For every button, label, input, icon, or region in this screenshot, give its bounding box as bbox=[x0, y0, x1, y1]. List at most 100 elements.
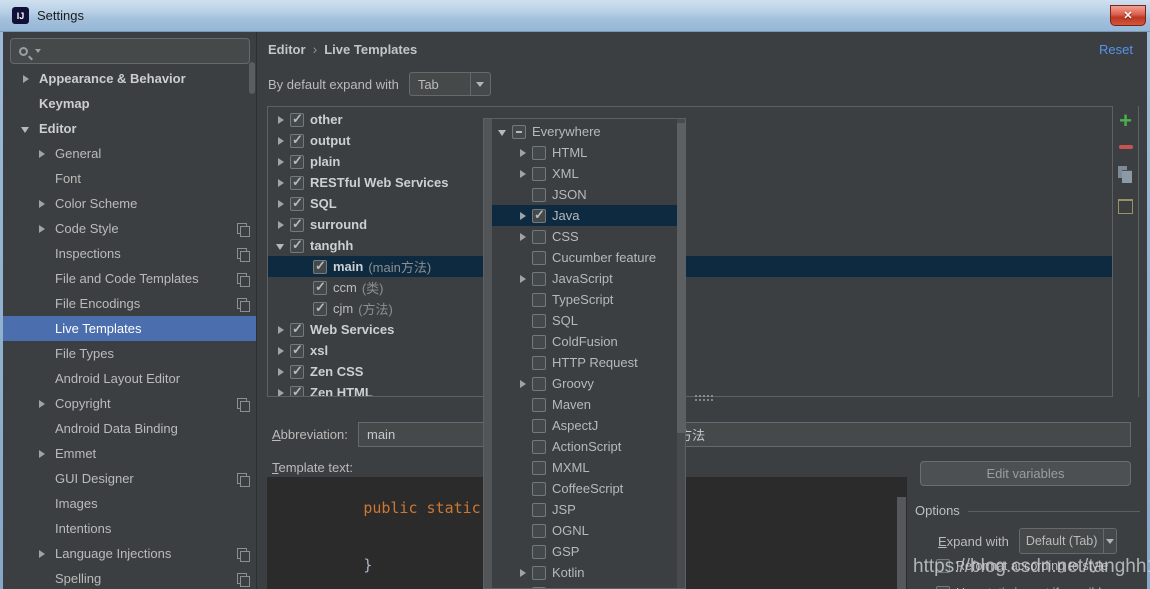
context-row[interactable]: GSP bbox=[492, 541, 679, 562]
checkbox[interactable] bbox=[290, 239, 304, 253]
context-row[interactable]: SQL bbox=[492, 310, 679, 331]
sidebar-item[interactable]: Appearance & Behavior bbox=[3, 66, 256, 91]
checkbox[interactable] bbox=[532, 356, 546, 370]
checkbox[interactable] bbox=[532, 440, 546, 454]
checkbox[interactable] bbox=[532, 545, 546, 559]
expand-arrow-icon[interactable] bbox=[516, 209, 530, 223]
context-row[interactable]: ColdFusion bbox=[492, 331, 679, 352]
checkbox[interactable] bbox=[532, 314, 546, 328]
search-options-caret-icon[interactable] bbox=[35, 49, 41, 53]
expand-arrow-icon[interactable] bbox=[35, 222, 49, 236]
context-row[interactable]: CoffeeScript bbox=[492, 478, 679, 499]
sidebar-item[interactable]: Intentions bbox=[3, 516, 256, 541]
expand-arrow-icon[interactable] bbox=[274, 323, 288, 337]
template-tree-row[interactable]: output bbox=[268, 130, 1112, 151]
checkbox[interactable] bbox=[290, 386, 304, 398]
reset-link[interactable]: Reset bbox=[1099, 42, 1133, 57]
context-row[interactable]: JSON bbox=[492, 184, 679, 205]
popup-scrollbar-thumb[interactable] bbox=[677, 123, 685, 433]
sidebar-item[interactable]: Images bbox=[3, 491, 256, 516]
remove-icon[interactable] bbox=[1119, 145, 1133, 149]
duplicate-icon[interactable] bbox=[1118, 166, 1134, 184]
context-row[interactable] bbox=[492, 583, 679, 589]
checkbox[interactable] bbox=[290, 134, 304, 148]
expand-arrow-icon[interactable] bbox=[35, 397, 49, 411]
expand-arrow-icon[interactable] bbox=[516, 272, 530, 286]
sidebar-item[interactable]: GUI Designer bbox=[3, 466, 256, 491]
checkbox[interactable] bbox=[290, 155, 304, 169]
sidebar-item[interactable]: Android Layout Editor bbox=[3, 366, 256, 391]
expand-arrow-icon[interactable] bbox=[274, 239, 288, 253]
context-row[interactable]: HTTP Request bbox=[492, 352, 679, 373]
checkbox[interactable] bbox=[532, 461, 546, 475]
sidebar-item[interactable]: Live Templates bbox=[3, 316, 256, 341]
template-tree-row[interactable]: RESTful Web Services bbox=[268, 172, 1112, 193]
template-tree-row[interactable]: xsl bbox=[268, 340, 1112, 361]
edit-variables-button[interactable]: Edit variables bbox=[920, 461, 1131, 486]
sidebar-item[interactable]: Language Injections bbox=[3, 541, 256, 566]
sidebar-scrollbar[interactable] bbox=[249, 62, 255, 94]
search-input[interactable] bbox=[10, 38, 250, 64]
context-row[interactable]: TypeScript bbox=[492, 289, 679, 310]
sidebar-item[interactable]: Spelling bbox=[3, 566, 256, 589]
template-tree-row[interactable]: tanghh bbox=[268, 235, 1112, 256]
checkbox[interactable] bbox=[532, 377, 546, 391]
editor-scrollbar[interactable] bbox=[897, 497, 906, 589]
template-tree-row[interactable]: other bbox=[268, 109, 1112, 130]
expand-arrow-icon[interactable] bbox=[516, 230, 530, 244]
template-tree-row[interactable]: Zen CSS bbox=[268, 361, 1112, 382]
sidebar-item[interactable]: Inspections bbox=[3, 241, 256, 266]
sidebar-item[interactable]: Code Style bbox=[3, 216, 256, 241]
sidebar-item[interactable]: Color Scheme bbox=[3, 191, 256, 216]
checkbox[interactable] bbox=[936, 586, 950, 589]
chevron-down-icon[interactable] bbox=[470, 73, 490, 95]
add-icon[interactable]: + bbox=[1119, 112, 1132, 130]
checkbox[interactable] bbox=[313, 302, 327, 316]
checkbox[interactable] bbox=[532, 482, 546, 496]
checkbox[interactable] bbox=[290, 197, 304, 211]
sidebar-item[interactable]: Keymap bbox=[3, 91, 256, 116]
sidebar-item[interactable]: Emmet bbox=[3, 441, 256, 466]
context-row[interactable]: Everywhere bbox=[492, 121, 679, 142]
checkbox[interactable] bbox=[532, 230, 546, 244]
context-row[interactable]: Maven bbox=[492, 394, 679, 415]
context-row[interactable]: AspectJ bbox=[492, 415, 679, 436]
expand-arrow-icon[interactable] bbox=[274, 176, 288, 190]
expand-arrow-icon[interactable] bbox=[274, 197, 288, 211]
expand-arrow-icon[interactable] bbox=[274, 365, 288, 379]
context-row[interactable]: Cucumber feature bbox=[492, 247, 679, 268]
option-checkbox-row[interactable]: Reformat according to style bbox=[934, 552, 1144, 579]
expand-arrow-icon[interactable] bbox=[516, 566, 530, 580]
expand-arrow-icon[interactable] bbox=[19, 72, 33, 86]
checkbox[interactable] bbox=[532, 209, 546, 223]
template-tree-row[interactable]: cjm (方法) bbox=[268, 298, 1112, 319]
close-button[interactable]: ✕ bbox=[1110, 5, 1146, 26]
checkbox[interactable] bbox=[532, 293, 546, 307]
sidebar-item[interactable]: General bbox=[3, 141, 256, 166]
expand-arrow-icon[interactable] bbox=[19, 122, 33, 136]
popup-left-scrollbar[interactable] bbox=[484, 119, 492, 589]
template-tree-row[interactable]: Zen HTML bbox=[268, 382, 1112, 397]
context-row[interactable]: OGNL bbox=[492, 520, 679, 541]
checkbox[interactable] bbox=[290, 344, 304, 358]
sidebar-item[interactable]: Font bbox=[3, 166, 256, 191]
restore-defaults-icon[interactable] bbox=[1118, 199, 1133, 214]
expand-arrow-icon[interactable] bbox=[35, 547, 49, 561]
expand-arrow-icon[interactable] bbox=[496, 125, 510, 139]
checkbox[interactable] bbox=[290, 218, 304, 232]
checkbox[interactable] bbox=[532, 272, 546, 286]
expand-arrow-icon[interactable] bbox=[35, 147, 49, 161]
checkbox[interactable] bbox=[532, 503, 546, 517]
template-tree-row[interactable]: SQL bbox=[268, 193, 1112, 214]
context-row[interactable]: HTML bbox=[492, 142, 679, 163]
context-row[interactable]: CSS bbox=[492, 226, 679, 247]
abbreviation-input[interactable]: main bbox=[358, 422, 484, 447]
expand-arrow-icon[interactable] bbox=[274, 155, 288, 169]
checkbox[interactable] bbox=[290, 176, 304, 190]
checkbox[interactable] bbox=[532, 524, 546, 538]
sidebar-item[interactable]: Android Data Binding bbox=[3, 416, 256, 441]
expand-arrow-icon[interactable] bbox=[35, 197, 49, 211]
context-row[interactable]: JavaScript bbox=[492, 268, 679, 289]
resize-handle-icon[interactable] bbox=[694, 394, 713, 401]
checkbox[interactable] bbox=[313, 281, 327, 295]
